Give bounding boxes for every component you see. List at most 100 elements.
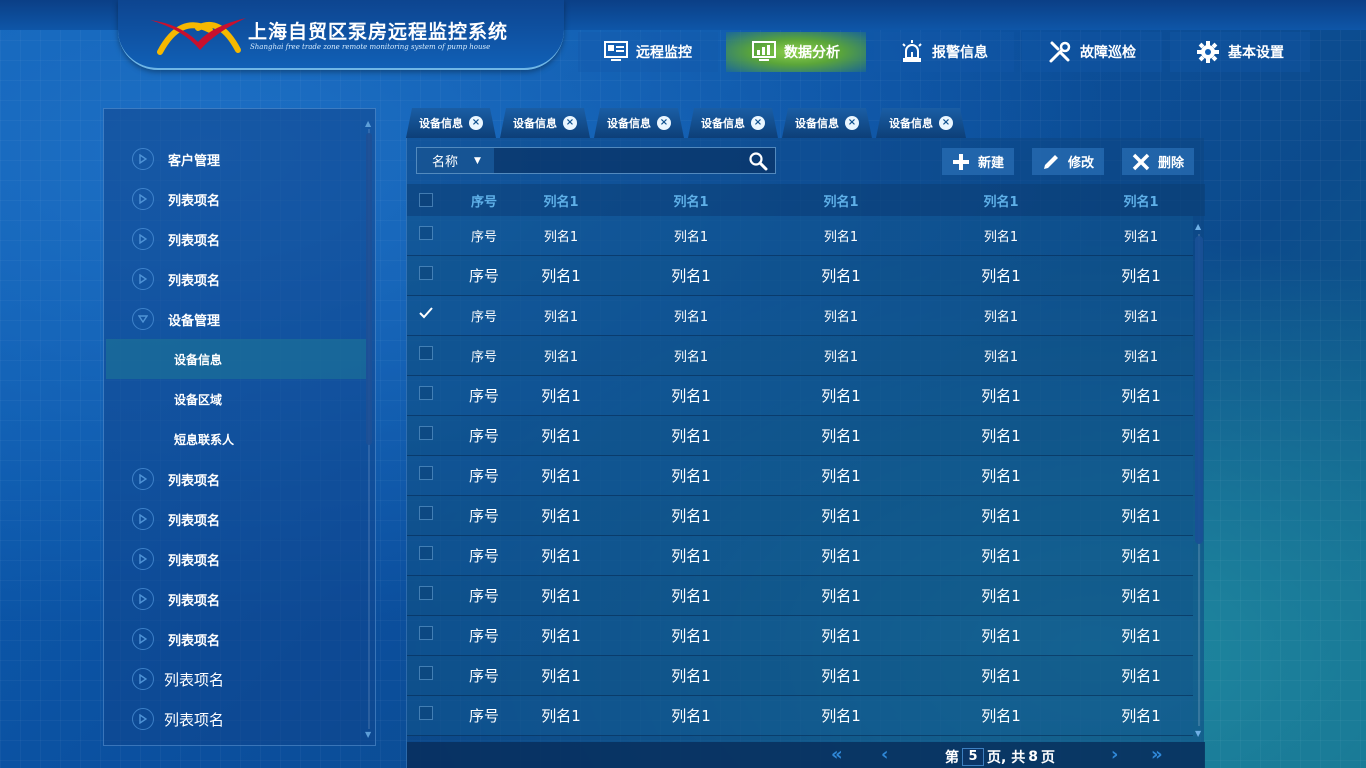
table-row[interactable]: 序号 列名1 列名1 列名1 列名1 列名1 <box>407 576 1193 616</box>
sidebar-item[interactable]: 列表项名 <box>106 499 366 539</box>
table-row[interactable]: 序号 列名1 列名1 列名1 列名1 列名1 <box>407 536 1193 576</box>
table-cell: 列名1 <box>821 547 861 565</box>
sidebar-item[interactable]: 列表项名 <box>106 459 366 499</box>
scroll-down-icon[interactable]: ▼ <box>1195 729 1201 738</box>
prev-page-icon[interactable]: ‹ <box>881 744 888 765</box>
tab-close-icon[interactable]: × <box>939 116 953 130</box>
table-cell: 序号 <box>468 667 499 685</box>
last-page-icon[interactable]: » <box>1151 744 1163 765</box>
page-number-input[interactable]: 5 <box>962 748 984 766</box>
table-row[interactable]: 序号 列名1 列名1 列名1 列名1 列名1 <box>407 296 1193 336</box>
sidebar-subitem[interactable]: 设备区域 <box>106 379 366 419</box>
row-checkbox[interactable] <box>419 625 433 640</box>
sidebar-item[interactable]: 列表项名 <box>106 539 366 579</box>
alarm-light-icon <box>900 40 924 64</box>
table-cell: 列名1 <box>543 230 579 245</box>
table-row[interactable]: 序号 列名1 列名1 列名1 列名1 列名1 <box>407 336 1193 376</box>
nav-item-fault-inspection[interactable]: 故障巡检 <box>1022 32 1162 72</box>
tab-device-info[interactable]: 设备信息 × <box>594 108 684 138</box>
column-header[interactable]: 列名1 <box>899 191 1103 210</box>
row-checkbox[interactable] <box>419 665 433 680</box>
main-nav: 远程监控 数据分析 报警信息 故障巡检 基本设置 <box>578 32 1310 72</box>
scroll-up-icon[interactable]: ▲ <box>365 119 371 128</box>
table-row[interactable]: 序号 列名1 列名1 列名1 列名1 列名1 <box>407 376 1193 416</box>
header: 上海自贸区泵房远程监控系统 Shanghai free trade zone r… <box>0 0 1366 72</box>
table-cell: 列名1 <box>981 627 1021 645</box>
scroll-up-icon[interactable]: ▲ <box>1195 222 1201 231</box>
column-header[interactable]: 列名1 <box>523 191 599 210</box>
sidebar-item[interactable]: 客户管理 <box>106 139 366 179</box>
tab-close-icon[interactable]: × <box>563 116 577 130</box>
table-row[interactable]: 序号 列名1 列名1 列名1 列名1 列名1 <box>407 416 1193 456</box>
tab-device-info[interactable]: 设备信息 × <box>782 108 872 138</box>
sidebar-item[interactable]: 列表项名 <box>106 579 366 619</box>
table-row[interactable]: 序号 列名1 列名1 列名1 列名1 列名1 <box>407 456 1193 496</box>
delete-button[interactable]: 删除 <box>1121 148 1194 175</box>
tab-close-icon[interactable]: × <box>657 116 671 130</box>
column-header[interactable]: 列名1 <box>599 191 783 210</box>
new-button[interactable]: 新建 <box>941 148 1014 175</box>
table-cell: 列名1 <box>1123 310 1159 325</box>
nav-item-basic-settings[interactable]: 基本设置 <box>1170 32 1310 72</box>
table-scrollbar[interactable]: ▲ ▼ <box>1194 222 1204 738</box>
table-cell: 列名1 <box>541 627 581 645</box>
row-checkbox[interactable] <box>419 345 433 360</box>
sidebar-scrollbar[interactable]: ▲ ▼ <box>365 119 372 739</box>
search-input[interactable] <box>494 148 741 173</box>
next-page-icon[interactable]: › <box>1111 744 1118 765</box>
column-header[interactable]: 列名1 <box>1103 191 1179 210</box>
row-checkbox[interactable] <box>419 545 433 560</box>
row-checkbox[interactable] <box>419 265 433 280</box>
tab-close-icon[interactable]: × <box>845 116 859 130</box>
row-checkbox[interactable] <box>419 505 433 520</box>
column-header[interactable]: 序号 <box>445 191 523 210</box>
select-all-checkbox[interactable] <box>419 193 433 207</box>
row-checkbox[interactable] <box>419 306 433 320</box>
table-row[interactable]: 序号 列名1 列名1 列名1 列名1 列名1 <box>407 656 1193 696</box>
sidebar-subitem[interactable]: 设备信息 <box>106 339 366 379</box>
table-cell: 序号 <box>468 387 499 405</box>
table-row[interactable]: 序号 列名1 列名1 列名1 列名1 列名1 <box>407 256 1193 296</box>
sidebar-item[interactable]: 列表项名 <box>106 219 366 259</box>
sidebar-item[interactable]: 列表项名 <box>106 179 366 219</box>
table-row[interactable]: 序号 列名1 列名1 列名1 列名1 列名1 <box>407 696 1193 736</box>
scroll-down-icon[interactable]: ▼ <box>365 730 371 739</box>
scroll-thumb[interactable] <box>366 133 372 445</box>
nav-item-alarm-info[interactable]: 报警信息 <box>874 32 1014 72</box>
tab-device-info[interactable]: 设备信息 × <box>876 108 966 138</box>
column-header[interactable]: 列名1 <box>783 191 899 210</box>
table-cell: 列名1 <box>981 507 1021 525</box>
sidebar-item[interactable]: 列表项名 <box>106 699 366 739</box>
row-checkbox[interactable] <box>419 465 433 480</box>
sidebar-item[interactable]: 列表项名 <box>106 659 366 699</box>
row-checkbox[interactable] <box>419 225 433 240</box>
row-checkbox-cell <box>407 625 445 640</box>
new-button-label: 新建 <box>977 156 1004 171</box>
nav-item-remote-monitor[interactable]: 远程监控 <box>578 32 718 72</box>
table-row[interactable]: 序号 列名1 列名1 列名1 列名1 列名1 <box>407 616 1193 656</box>
sidebar-subitem[interactable]: 短息联系人 <box>106 419 366 459</box>
row-checkbox[interactable] <box>419 385 433 400</box>
row-checkbox[interactable] <box>419 425 433 440</box>
tab-close-icon[interactable]: × <box>469 116 483 130</box>
tab-device-info[interactable]: 设备信息 × <box>688 108 778 138</box>
table-row[interactable]: 序号 列名1 列名1 列名1 列名1 列名1 <box>407 216 1193 256</box>
table-cell: 列名1 <box>541 267 581 285</box>
row-checkbox[interactable] <box>419 705 433 720</box>
sidebar-item[interactable]: 列表项名 <box>106 259 366 299</box>
nav-item-data-analysis[interactable]: 数据分析 <box>726 32 866 72</box>
tab-device-info[interactable]: 设备信息 × <box>500 108 590 138</box>
first-page-icon[interactable]: « <box>831 744 843 765</box>
table-cell: 列名1 <box>673 350 709 365</box>
sidebar-item[interactable]: 列表项名 <box>106 619 366 659</box>
sidebar-item-label: 客户管理 <box>168 153 221 169</box>
tab-device-info[interactable]: 设备信息 × <box>406 108 496 138</box>
tab-close-icon[interactable]: × <box>751 116 765 130</box>
sidebar-item[interactable]: 设备管理 <box>106 299 366 339</box>
table-row[interactable]: 序号 列名1 列名1 列名1 列名1 列名1 <box>407 496 1193 536</box>
scroll-thumb[interactable] <box>1195 236 1203 544</box>
edit-button[interactable]: 修改 <box>1031 148 1104 175</box>
search-button[interactable] <box>741 148 775 173</box>
row-checkbox[interactable] <box>419 585 433 600</box>
search-field-select[interactable]: 名称 ▼ <box>417 148 494 173</box>
